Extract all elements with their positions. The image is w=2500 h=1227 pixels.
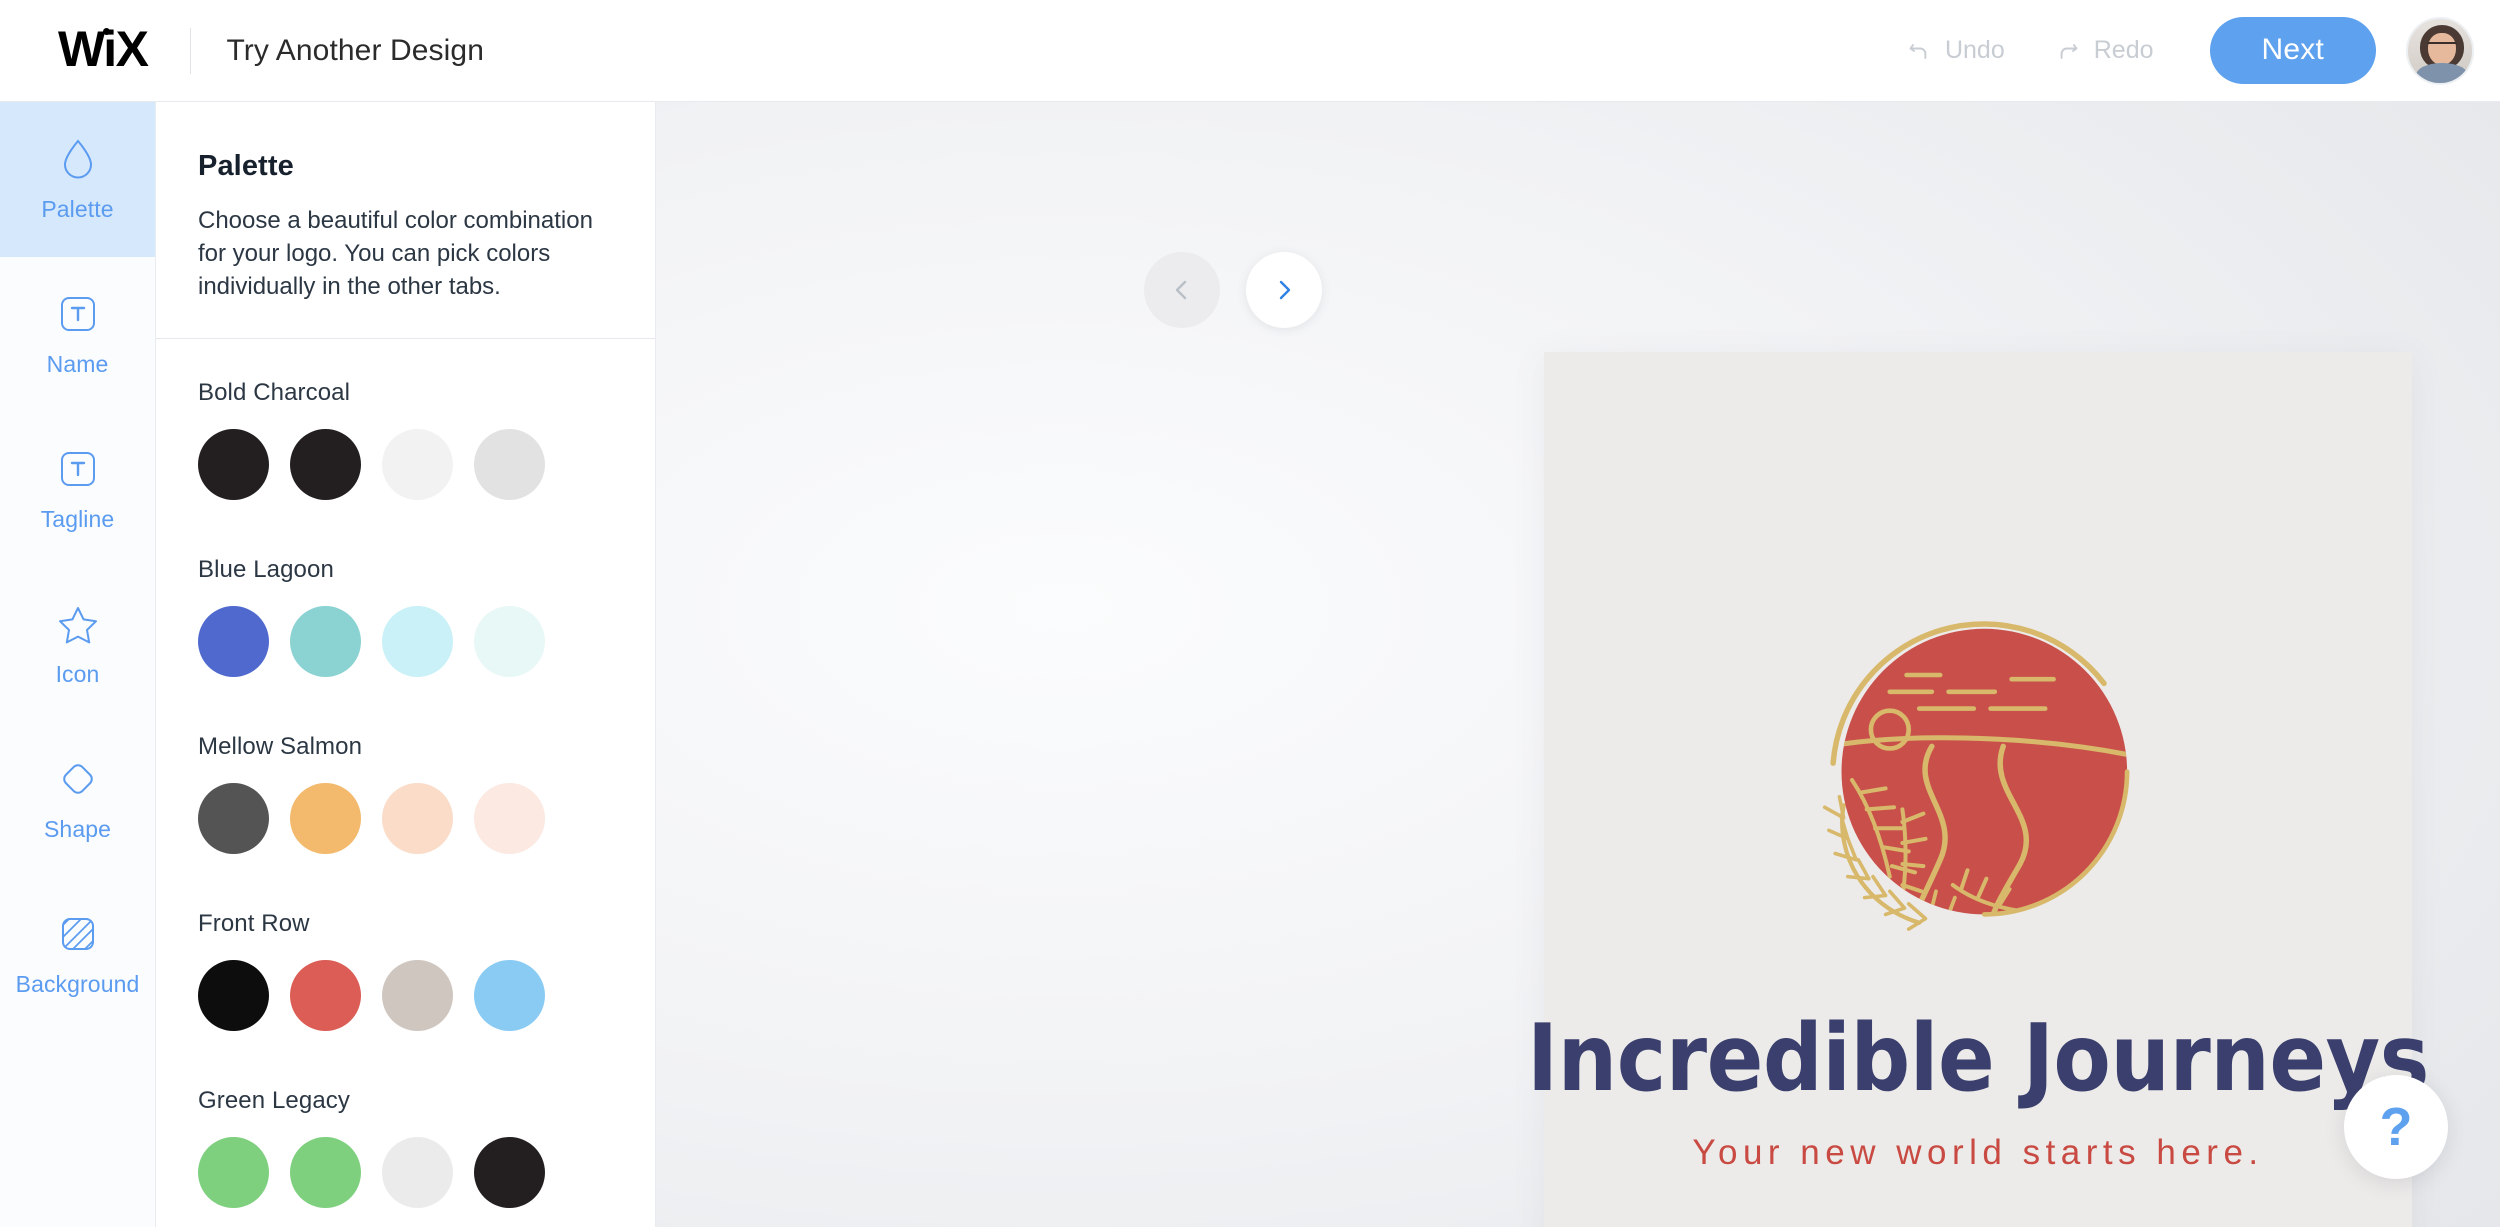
color-swatch[interactable] — [382, 605, 453, 677]
redo-arrow-icon — [2055, 38, 2081, 64]
palette-option[interactable]: Front Row — [156, 910, 655, 1031]
palette-swatches — [198, 782, 613, 854]
next-design-button[interactable] — [1246, 252, 1322, 328]
color-swatch[interactable] — [474, 605, 545, 677]
palette-swatches — [198, 428, 613, 500]
color-swatch[interactable] — [474, 1136, 545, 1208]
sidebar-item-label: Tagline — [40, 506, 115, 532]
undo-button[interactable]: Undo — [1890, 26, 2021, 75]
panel-title: Palette — [198, 150, 294, 182]
sidebar-item-icon[interactable]: Icon — [0, 567, 155, 722]
color-swatch[interactable] — [198, 428, 269, 500]
redo-label: Redo — [2093, 36, 2154, 64]
topbar-divider — [189, 27, 191, 74]
color-swatch[interactable] — [198, 605, 269, 677]
palette-name: Mellow Salmon — [198, 732, 363, 760]
color-swatch[interactable] — [474, 428, 545, 500]
sidebar-item-name[interactable]: Name — [0, 257, 155, 412]
text-box-icon — [55, 446, 101, 492]
sidebar-item-palette[interactable]: Palette — [0, 102, 155, 257]
logo-preview-card[interactable]: Incredible Journeys Your new world start… — [1527, 352, 2429, 1227]
droplet-icon — [55, 136, 101, 182]
preview-canvas: Incredible Journeys Your new world start… — [656, 102, 2500, 1227]
color-swatch[interactable] — [198, 782, 269, 854]
avatar[interactable] — [2406, 16, 2474, 85]
palette-panel: Palette Choose a beautiful color combina… — [156, 102, 656, 1227]
sidebar-item-label: Name — [46, 351, 109, 377]
sidebar-item-label: Palette — [41, 196, 114, 222]
palette-option[interactable]: Green Legacy — [156, 1087, 655, 1208]
color-swatch[interactable] — [290, 782, 361, 854]
text-box-icon — [55, 291, 101, 337]
color-swatch[interactable] — [290, 959, 361, 1031]
page-title: Try Another Design — [226, 33, 484, 67]
palette-swatches — [198, 959, 613, 1031]
color-swatch[interactable] — [198, 1136, 269, 1208]
color-swatch[interactable] — [474, 959, 545, 1031]
star-icon — [55, 601, 101, 647]
palette-swatches — [198, 605, 613, 677]
palette-list: Bold Charcoal Blue Lagoon Mellow Salmon … — [156, 339, 655, 1227]
topbar-actions: Undo Redo Next — [1890, 16, 2474, 85]
redo-button[interactable]: Redo — [2039, 26, 2170, 75]
sunset-path-circle-icon — [1768, 570, 2188, 990]
color-swatch[interactable] — [198, 959, 269, 1031]
palette-name: Bold Charcoal — [198, 378, 351, 406]
color-swatch[interactable] — [382, 782, 453, 854]
palette-name: Blue Lagoon — [198, 555, 334, 583]
undo-label: Undo — [1944, 36, 2005, 64]
sidebar-item-background[interactable]: Background — [0, 877, 155, 1032]
sidebar-item-label: Icon — [55, 661, 100, 687]
avatar-glasses — [2427, 41, 2457, 51]
color-swatch[interactable] — [290, 605, 361, 677]
sidebar-item-tagline[interactable]: Tagline — [0, 412, 155, 567]
question-mark-icon: ? — [2379, 1097, 2413, 1157]
sidebar-rail: Palette Name Tagline Icon Shape Backgrou… — [0, 102, 156, 1227]
color-swatch[interactable] — [382, 959, 453, 1031]
sidebar-item-label: Shape — [43, 816, 111, 842]
sidebar-item-label: Background — [15, 971, 140, 997]
hatched-square-icon — [55, 911, 101, 957]
help-button[interactable]: ? — [2344, 1075, 2448, 1179]
palette-option[interactable]: Mellow Salmon — [156, 733, 655, 854]
color-swatch[interactable] — [474, 782, 545, 854]
prev-design-button[interactable] — [1144, 252, 1220, 328]
wix-logo-dot — [103, 27, 110, 35]
panel-description: Choose a beautiful color combination for… — [198, 207, 593, 300]
wix-logo[interactable]: WiX — [58, 24, 149, 74]
sidebar-item-shape[interactable]: Shape — [0, 722, 155, 877]
color-swatch[interactable] — [382, 1136, 453, 1208]
palette-option[interactable]: Bold Charcoal — [156, 379, 655, 500]
app-body: Palette Name Tagline Icon Shape Backgrou… — [0, 102, 2500, 1227]
palette-name: Front Row — [198, 909, 310, 937]
palette-option[interactable]: Blue Lagoon — [156, 556, 655, 677]
avatar-body — [2416, 62, 2468, 83]
logo-name-text: Incredible Journeys — [1527, 1004, 2429, 1112]
undo-arrow-icon — [1906, 38, 1932, 64]
diamond-icon — [55, 756, 101, 802]
logo-maker-app: WiX Try Another Design Undo Redo Next Pa… — [0, 0, 2500, 1227]
carousel-nav — [1144, 252, 1322, 328]
top-bar: WiX Try Another Design Undo Redo Next — [0, 0, 2500, 102]
palette-name: Green Legacy — [198, 1086, 350, 1114]
logo-tagline-text: Your new world starts here. — [1692, 1133, 2264, 1172]
chevron-right-icon — [1279, 280, 1291, 300]
palette-swatches — [198, 1136, 613, 1208]
color-swatch[interactable] — [290, 428, 361, 500]
next-button[interactable]: Next — [2209, 17, 2376, 84]
color-swatch[interactable] — [382, 428, 453, 500]
chevron-left-icon — [1175, 280, 1187, 300]
color-swatch[interactable] — [290, 1136, 361, 1208]
palette-panel-header: Palette Choose a beautiful color combina… — [156, 102, 655, 338]
